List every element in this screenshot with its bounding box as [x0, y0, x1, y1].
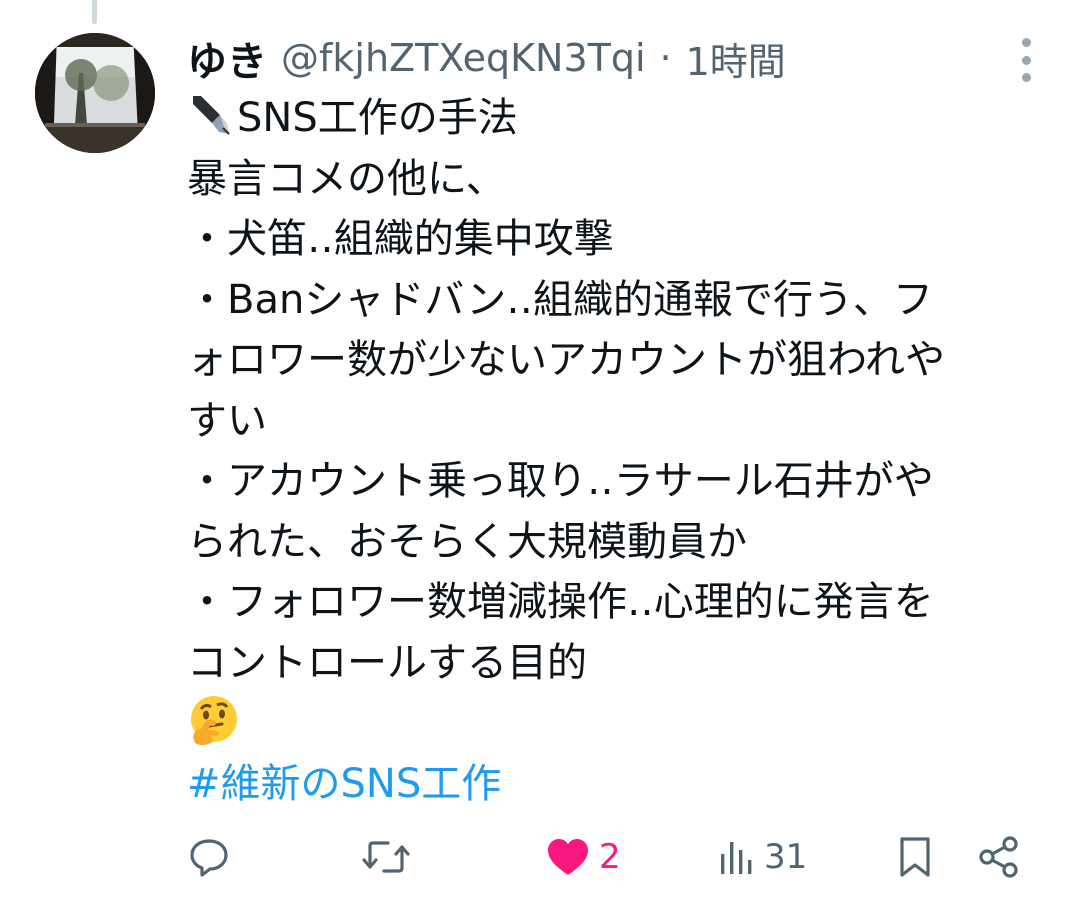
like-count: 2	[599, 837, 621, 877]
like-button[interactable]: 2	[545, 833, 621, 881]
thinking-face-icon: 🤔	[187, 693, 1047, 754]
repost-button[interactable]	[362, 833, 418, 881]
post-timestamp[interactable]: 1時間	[686, 31, 786, 86]
bookmark-button[interactable]	[897, 833, 933, 881]
reply-icon	[190, 839, 228, 877]
share-icon	[979, 836, 1018, 878]
heart-filled-icon	[548, 839, 588, 875]
avatar[interactable]	[35, 33, 155, 153]
reply-button[interactable]	[188, 833, 238, 881]
bookmark-icon	[900, 837, 930, 877]
pen-nib-icon	[193, 96, 230, 135]
hashtag-link[interactable]: #維新のSNS工作	[187, 754, 1047, 815]
post-line: コントロールする目的	[187, 639, 587, 686]
post-line: SNS工作の手法	[187, 88, 1047, 149]
post-line: ・Banシャドバン‥組織的通報で行う、フ	[187, 276, 934, 323]
post-line: ・アカウント乗っ取り‥ラサール石井がや	[187, 458, 934, 504]
author-handle[interactable]: @fkjhZTXeqKN3Tqi	[281, 36, 646, 80]
avatar-image	[35, 33, 155, 153]
header-separator: ·	[659, 36, 672, 80]
post-line: られた、おそらく大規模動員か	[187, 518, 747, 565]
post-line-text: SNS工作の手法	[237, 95, 518, 141]
action-bar: 2 31	[0, 825, 1079, 889]
repost-icon	[362, 841, 410, 873]
more-dot-icon	[1021, 38, 1031, 47]
post-body: SNS工作の手法 暴言コメの他に、 ・犬笛‥組織的集中攻撃 ・Banシャドバン‥…	[187, 88, 1047, 814]
more-dot-icon	[1021, 73, 1031, 82]
views-count: 31	[764, 837, 808, 877]
post-line: ・フォロワー数増減操作‥心理的に発言を	[187, 579, 934, 625]
post-line: 暴言コメの他に、	[187, 155, 506, 202]
views-icon	[721, 842, 752, 874]
share-button[interactable]	[977, 833, 1021, 881]
thread-connector-line	[92, 0, 97, 24]
author-display-name[interactable]: ゆき	[187, 29, 267, 87]
post-line: ・犬笛‥組織的集中攻撃	[187, 216, 614, 262]
views-button[interactable]: 31	[718, 833, 807, 881]
post-line: ォロワー数が少ないアカウントが狙われや	[187, 337, 945, 383]
more-options-button[interactable]	[1015, 38, 1037, 82]
post-line: すい	[187, 397, 267, 444]
more-dot-icon	[1021, 55, 1031, 65]
post-header: ゆき @fkjhZTXeqKN3Tqi · 1時間	[187, 28, 989, 88]
